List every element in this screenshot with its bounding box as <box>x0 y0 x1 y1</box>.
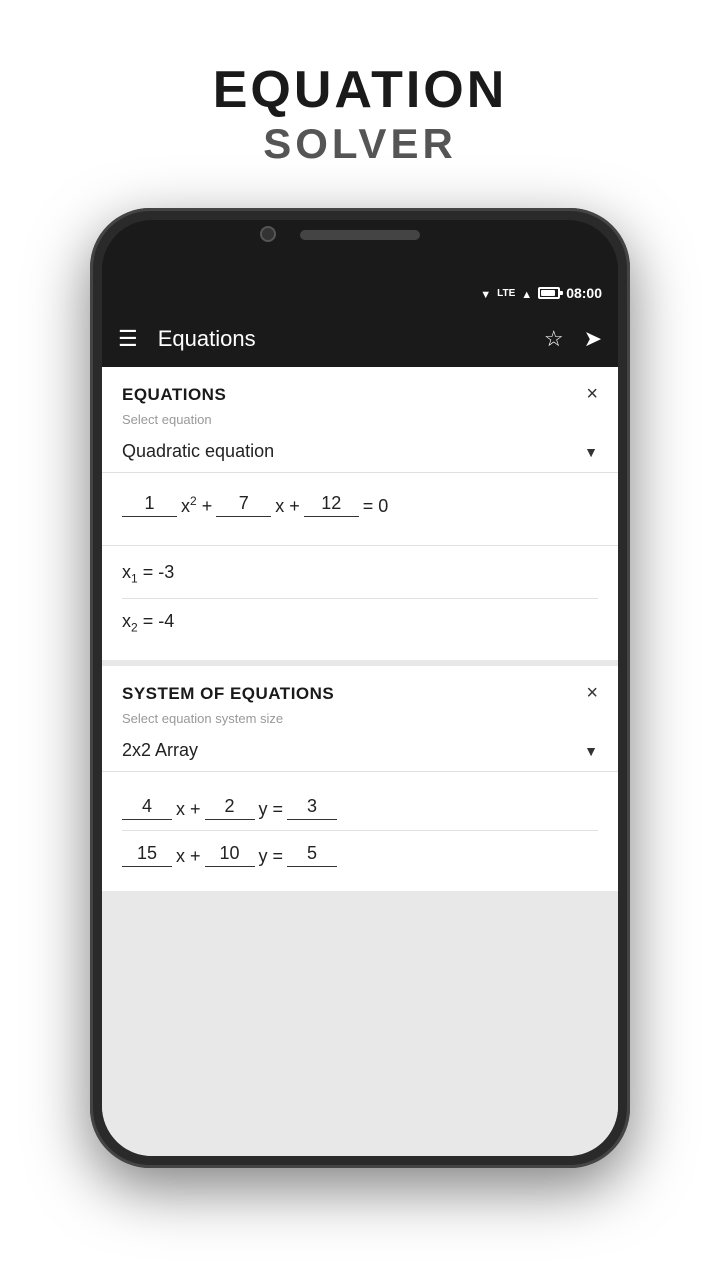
nav-icons: ☆ ➤ <box>544 326 602 352</box>
coeff-a-field[interactable]: 1 <box>122 491 177 517</box>
sys-coeff2-row2[interactable]: 10 <box>205 841 255 867</box>
app-title-area: EQUATION SOLVER <box>0 0 720 208</box>
solution-2-label: x2 = -4 <box>122 611 174 631</box>
x-label: x + <box>275 496 300 517</box>
sys-coeff1-row2[interactable]: 15 <box>122 841 172 867</box>
system-equations-card: SYSTEM OF EQUATIONS × Select equation sy… <box>102 666 618 891</box>
solution-row-2: x2 = -4 <box>122 599 598 647</box>
sys-var1-row2: x + <box>176 846 201 867</box>
app-title-line2: SOLVER <box>0 120 720 168</box>
equation-type-dropdown[interactable]: Quadratic equation ▼ <box>102 431 618 473</box>
sys-var2-row2: y = <box>259 846 284 867</box>
equations-close-button[interactable]: × <box>586 383 598 406</box>
app-title-line1: EQUATION <box>0 60 720 120</box>
solution-1-value: -3 <box>158 562 174 582</box>
equals-zero-label: = 0 <box>363 496 389 517</box>
x-squared-label: x2 + <box>181 494 212 517</box>
sys-rhs-row2[interactable]: 5 <box>287 841 337 867</box>
dropdown-arrow-icon: ▼ <box>584 444 598 460</box>
solution-row-1: x1 = -3 <box>122 550 598 599</box>
equations-card-title: EQUATIONS <box>122 385 226 405</box>
screen-content[interactable]: EQUATIONS × Select equation Quadratic eq… <box>102 367 618 1156</box>
lte-icon: LTE <box>497 288 515 299</box>
equations-subtitle: Select equation <box>102 412 618 431</box>
system-close-button[interactable]: × <box>586 682 598 705</box>
phone-screen: LTE 08:00 ☰ Equations ☆ ➤ <box>102 275 618 1156</box>
system-size-dropdown[interactable]: 2x2 Array ▼ <box>102 730 618 772</box>
phone-mockup: LTE 08:00 ☰ Equations ☆ ➤ <box>90 208 630 1168</box>
system-eq-row-1: 4 x + 2 y = 3 <box>122 784 598 831</box>
status-icons: LTE 08:00 <box>480 285 602 301</box>
phone-inner: LTE 08:00 ☰ Equations ☆ ➤ <box>102 220 618 1156</box>
phone-speaker <box>300 230 420 240</box>
equation-row: 1 x2 + 7 x + 12 = 0 <box>122 491 598 517</box>
sys-coeff2-row1[interactable]: 2 <box>205 794 255 820</box>
system-dropdown-arrow-icon: ▼ <box>584 743 598 759</box>
system-size-value: 2x2 Array <box>122 740 198 761</box>
equation-type-value: Quadratic equation <box>122 441 274 462</box>
coeff-b-field[interactable]: 7 <box>216 491 271 517</box>
system-card-title: SYSTEM OF EQUATIONS <box>122 684 334 704</box>
solution-2-value: -4 <box>158 611 174 631</box>
equations-card: EQUATIONS × Select equation Quadratic eq… <box>102 367 618 660</box>
equations-card-header: EQUATIONS × <box>102 367 618 412</box>
quadratic-equation-area: 1 x2 + 7 x + 12 = 0 <box>102 473 618 545</box>
sys-rhs-row1[interactable]: 3 <box>287 794 337 820</box>
share-icon[interactable]: ➤ <box>584 326 602 352</box>
sys-coeff1-row1[interactable]: 4 <box>122 794 172 820</box>
phone-camera <box>260 226 276 242</box>
system-card-header: SYSTEM OF EQUATIONS × <box>102 666 618 711</box>
battery-icon <box>538 287 560 299</box>
sys-var2-row1: y = <box>259 799 284 820</box>
solution-1-label: x1 = -3 <box>122 562 174 582</box>
system-eq-row-2: 15 x + 10 y = 5 <box>122 831 598 877</box>
nav-title: Equations <box>158 326 544 352</box>
star-icon[interactable]: ☆ <box>544 326 564 352</box>
solution-area: x1 = -3 x2 = -4 <box>102 545 618 660</box>
wifi-icon <box>480 286 491 301</box>
status-bar: LTE 08:00 <box>102 275 618 311</box>
power-label: 2 <box>190 494 197 508</box>
signal-icon <box>521 286 532 301</box>
coeff-c-field[interactable]: 12 <box>304 491 359 517</box>
clock: 08:00 <box>566 285 602 301</box>
hamburger-menu[interactable]: ☰ <box>118 326 138 352</box>
sub-2: 2 <box>131 620 138 634</box>
phone-outer: LTE 08:00 ☰ Equations ☆ ➤ <box>90 208 630 1168</box>
system-subtitle: Select equation system size <box>102 711 618 730</box>
sys-var1-row1: x + <box>176 799 201 820</box>
nav-bar: ☰ Equations ☆ ➤ <box>102 311 618 367</box>
sub-1: 1 <box>131 572 138 586</box>
system-equations-area: 4 x + 2 y = 3 15 x + 10 y = <box>102 772 618 891</box>
